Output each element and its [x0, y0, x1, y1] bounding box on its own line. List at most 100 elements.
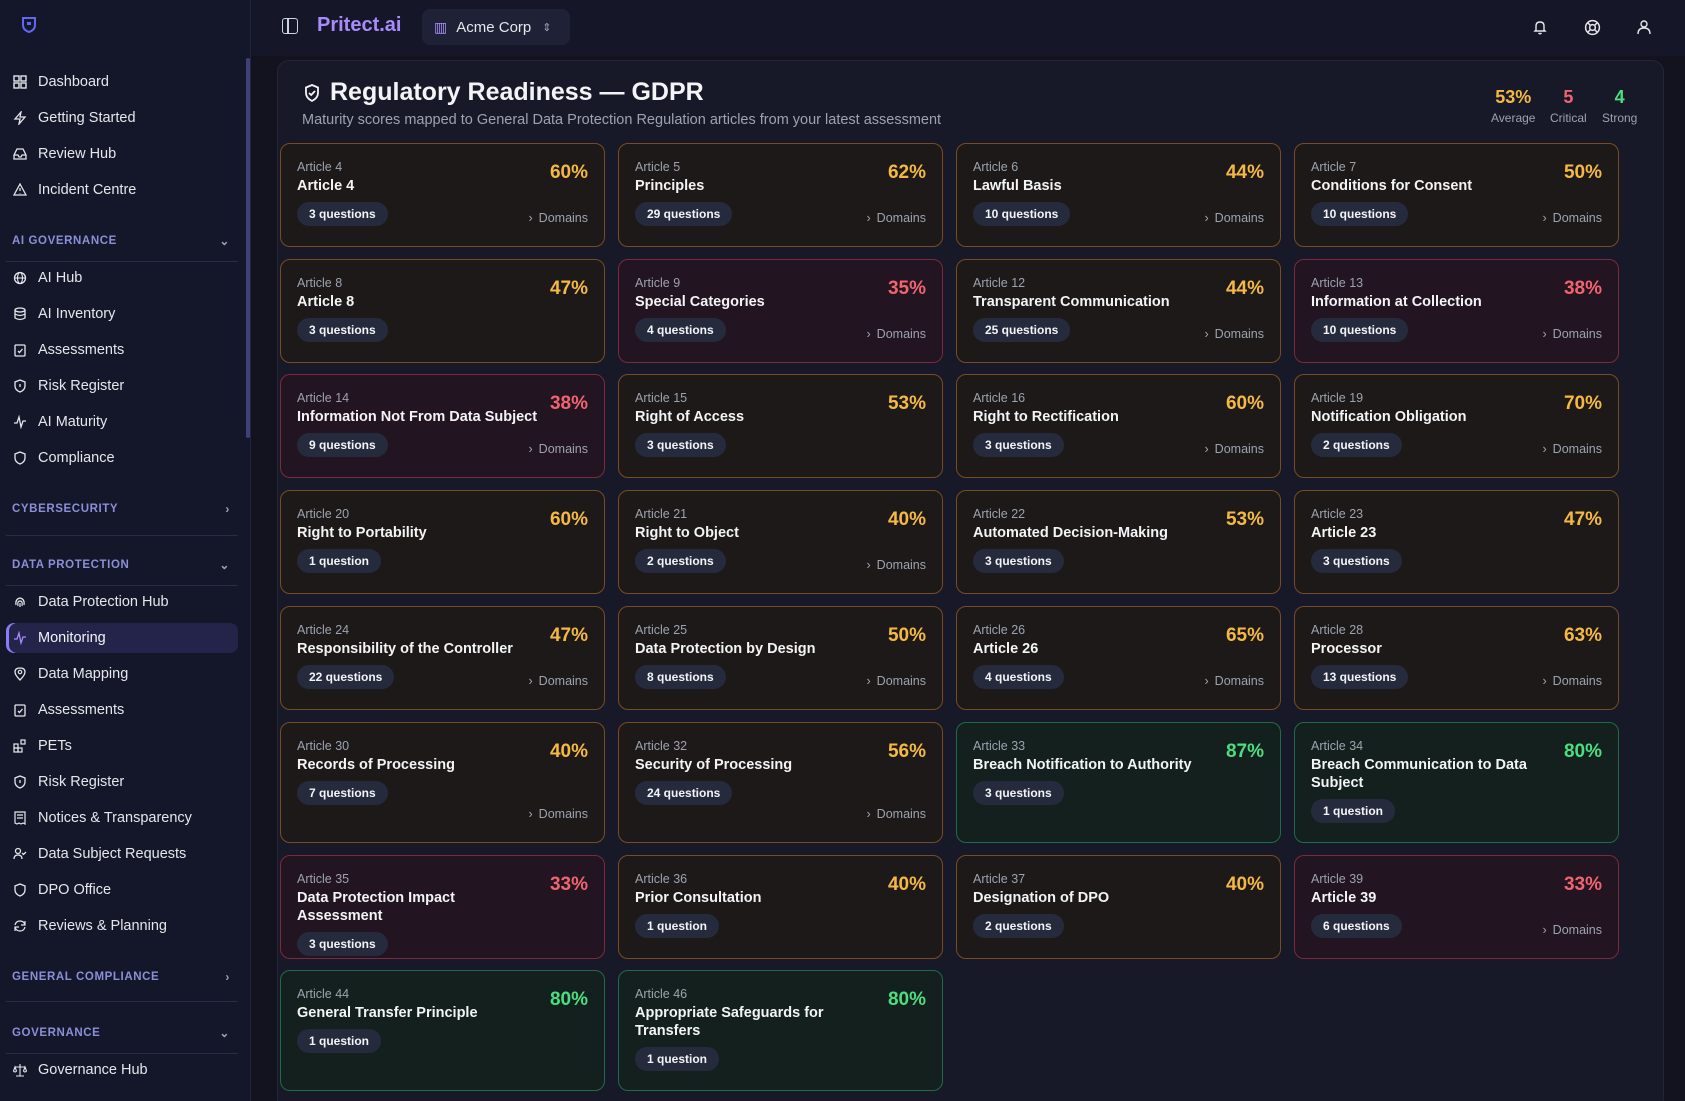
article-card[interactable]: Article 4 Article 4 60% 3 questions Domains: [280, 143, 605, 247]
domains-link[interactable]: Domains: [1543, 327, 1602, 341]
questions-badge[interactable]: 3 questions: [973, 781, 1064, 805]
domains-link[interactable]: Domains: [1205, 674, 1264, 688]
article-card[interactable]: Article 32 Security of Processing 56% 24 qu…: [618, 722, 943, 843]
sidebar-item-incident-centre[interactable]: Incident Centre: [6, 175, 238, 205]
sidebar-item-dashboard[interactable]: Dashboard: [6, 67, 238, 97]
domains-link[interactable]: Domains: [867, 674, 926, 688]
domains-link[interactable]: Domains: [529, 807, 588, 821]
article-card[interactable]: Article 13 Information at Collection 38% 10…: [1294, 259, 1619, 363]
questions-badge[interactable]: 9 questions: [297, 433, 388, 457]
app-logo-icon[interactable]: [20, 16, 38, 34]
article-card[interactable]: Article 26 Article 26 65% 4 questions Domain…: [956, 606, 1281, 710]
sidebar-item-getting-started[interactable]: Getting Started: [6, 103, 238, 133]
questions-badge[interactable]: 3 questions: [297, 318, 388, 342]
sidebar-item-data-protection-hub[interactable]: Data Protection Hub: [6, 587, 238, 617]
domains-link[interactable]: Domains: [1543, 674, 1602, 688]
article-card[interactable]: Article 16 Right to Rectification 60% 3 que…: [956, 374, 1281, 478]
domains-link[interactable]: Domains: [1205, 327, 1264, 341]
section-data-protection[interactable]: DATA PROTECTION ⌄: [12, 555, 230, 575]
domains-link[interactable]: Domains: [867, 327, 926, 341]
sidebar-item-ai-maturity[interactable]: AI Maturity: [6, 407, 238, 437]
sidebar-item-assessments-dp[interactable]: Assessments: [6, 695, 238, 725]
section-governance[interactable]: GOVERNANCE ⌄: [12, 1023, 230, 1043]
sidebar-item-assessments[interactable]: Assessments: [6, 335, 238, 365]
article-card[interactable]: Article 9 Special Categories 35% 4 question…: [618, 259, 943, 363]
user-icon[interactable]: [1633, 16, 1655, 38]
sidebar-item-data-mapping[interactable]: Data Mapping: [6, 659, 238, 689]
article-card[interactable]: Article 15 Right of Access 53% 3 questions: [618, 374, 943, 478]
domains-link[interactable]: Domains: [1205, 211, 1264, 225]
domains-link[interactable]: Domains: [1543, 442, 1602, 456]
questions-badge[interactable]: 7 questions: [297, 781, 388, 805]
article-card[interactable]: Article 39 Article 39 33% 6 questions Domain…: [1294, 855, 1619, 959]
sidebar-item-ai-hub[interactable]: AI Hub: [6, 263, 238, 293]
sidebar-item-pets[interactable]: PETs: [6, 731, 238, 761]
article-card[interactable]: Article 30 Records of Processing 40% 7 ques…: [280, 722, 605, 843]
sidebar-item-reviews-planning[interactable]: Reviews & Planning: [6, 911, 238, 941]
article-card[interactable]: Article 24 Responsibility of the Controll…: [280, 606, 605, 710]
sidebar-item-risk-register-dp[interactable]: Risk Register: [6, 767, 238, 797]
section-ai-governance[interactable]: AI GOVERNANCE ⌄: [12, 231, 230, 251]
questions-badge[interactable]: 2 questions: [635, 549, 726, 573]
questions-badge[interactable]: 1 question: [635, 1047, 720, 1071]
article-card[interactable]: Article 20 Right to Portability 60% 1 quest…: [280, 490, 605, 594]
questions-badge[interactable]: 3 questions: [297, 202, 388, 226]
article-card[interactable]: Article 12 Transparent Communication 44% 25…: [956, 259, 1281, 363]
article-card[interactable]: Article 35 Data Protection Impact Assessm…: [280, 855, 605, 959]
questions-badge[interactable]: 13 questions: [1311, 665, 1409, 689]
questions-badge[interactable]: 3 questions: [635, 433, 726, 457]
questions-badge[interactable]: 4 questions: [973, 665, 1064, 689]
questions-badge[interactable]: 1 question: [297, 1029, 382, 1053]
domains-link[interactable]: Domains: [1543, 211, 1602, 225]
brand-name[interactable]: Pritect.ai: [317, 14, 401, 37]
questions-badge[interactable]: 8 questions: [635, 665, 726, 689]
domains-link[interactable]: Domains: [867, 807, 926, 821]
questions-badge[interactable]: 10 questions: [1311, 318, 1409, 342]
article-card[interactable]: Article 44 General Transfer Principle 80% 1…: [280, 970, 605, 1091]
bell-icon[interactable]: [1529, 16, 1551, 38]
questions-badge[interactable]: 29 questions: [635, 202, 733, 226]
questions-badge[interactable]: 22 questions: [297, 665, 395, 689]
article-card[interactable]: Article 7 Conditions for Consent 50% 10 que…: [1294, 143, 1619, 247]
questions-badge[interactable]: 3 questions: [973, 549, 1064, 573]
questions-badge[interactable]: 10 questions: [1311, 202, 1409, 226]
domains-link[interactable]: Domains: [529, 211, 588, 225]
sidebar-item-review-hub[interactable]: Review Hub: [6, 139, 238, 169]
questions-badge[interactable]: 2 questions: [1311, 433, 1402, 457]
article-card[interactable]: Article 23 Article 23 47% 3 questions: [1294, 490, 1619, 594]
questions-badge[interactable]: 10 questions: [973, 202, 1071, 226]
questions-badge[interactable]: 1 question: [635, 914, 720, 938]
questions-badge[interactable]: 2 questions: [973, 914, 1064, 938]
domains-link[interactable]: Domains: [1205, 442, 1264, 456]
questions-badge[interactable]: 25 questions: [973, 318, 1071, 342]
article-card[interactable]: Article 6 Lawful Basis 44% 10 questions Doma…: [956, 143, 1281, 247]
sidebar-item-monitoring[interactable]: Monitoring: [6, 623, 238, 653]
sidebar-item-ai-inventory[interactable]: AI Inventory: [6, 299, 238, 329]
article-card[interactable]: Article 28 Processor 63% 13 questions Domain…: [1294, 606, 1619, 710]
article-card[interactable]: Article 19 Notification Obligation 70% 2 qu…: [1294, 374, 1619, 478]
questions-badge[interactable]: 3 questions: [297, 932, 388, 956]
sidebar-item-compliance[interactable]: Compliance: [6, 443, 238, 473]
questions-badge[interactable]: 4 questions: [635, 318, 726, 342]
article-card[interactable]: Article 22 Automated Decision-Making 53% 3 …: [956, 490, 1281, 594]
article-card[interactable]: Article 33 Breach Notification to Authori…: [956, 722, 1281, 843]
article-card[interactable]: Article 25 Data Protection by Design 50% 8 …: [618, 606, 943, 710]
domains-link[interactable]: Domains: [529, 674, 588, 688]
questions-badge[interactable]: 3 questions: [1311, 549, 1402, 573]
sidebar-item-data-subject-requests[interactable]: Data Subject Requests: [6, 839, 238, 869]
article-card[interactable]: Article 34 Breach Communication to Data S…: [1294, 722, 1619, 843]
section-general-compliance[interactable]: GENERAL COMPLIANCE ›: [12, 967, 230, 987]
domains-link[interactable]: Domains: [867, 558, 926, 572]
sidebar-item-governance-hub[interactable]: Governance Hub: [6, 1055, 238, 1085]
sidebar-item-risk-register[interactable]: Risk Register: [6, 371, 238, 401]
questions-badge[interactable]: 3 questions: [973, 433, 1064, 457]
article-card[interactable]: Article 36 Prior Consultation 40% 1 questio…: [618, 855, 943, 959]
sidebar-toggle-icon[interactable]: [282, 18, 298, 34]
sidebar-item-notices-transparency[interactable]: Notices & Transparency: [6, 803, 238, 833]
article-card[interactable]: Article 37 Designation of DPO 40% 2 questio…: [956, 855, 1281, 959]
domains-link[interactable]: Domains: [529, 442, 588, 456]
domains-link[interactable]: Domains: [867, 211, 926, 225]
article-card[interactable]: Article 8 Article 8 47% 3 questions: [280, 259, 605, 363]
domains-link[interactable]: Domains: [1543, 923, 1602, 937]
org-switcher[interactable]: ▥ Acme Corp ⇕: [422, 9, 570, 45]
